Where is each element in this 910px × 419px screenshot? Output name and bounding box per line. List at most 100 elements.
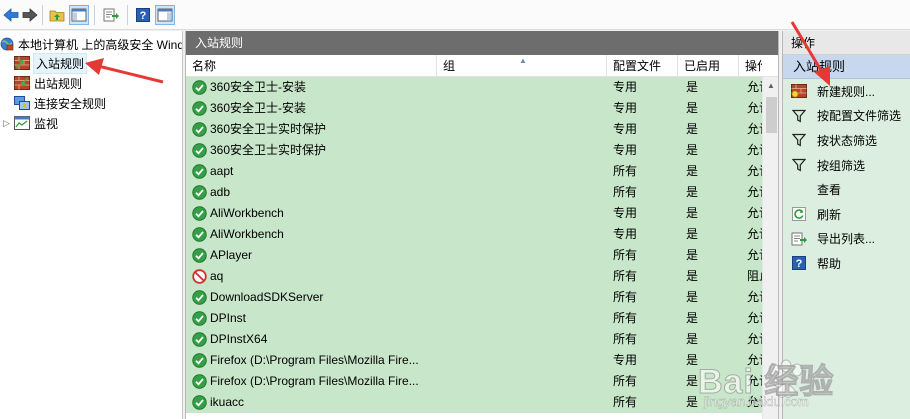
export-list-icon[interactable]: [101, 5, 121, 25]
action-item[interactable]: 导出列表...: [783, 227, 910, 252]
svg-text:?: ?: [140, 10, 147, 22]
cell-enabled: 是: [686, 269, 699, 283]
cell-profile: 所有: [613, 248, 638, 262]
back-arrow-icon[interactable]: [1, 5, 21, 25]
scrollbar-thumb[interactable]: [766, 97, 777, 133]
up-folder-icon[interactable]: [47, 5, 67, 25]
table-row[interactable]: 360安全卫士实时保护 专用 是 允许: [186, 140, 762, 161]
cell-group: [443, 392, 603, 413]
cell-action: 允许: [747, 122, 762, 136]
column-header-enabled[interactable]: 已启用: [678, 55, 739, 77]
tree-item-connection-security-rules[interactable]: 连接安全规则: [14, 93, 106, 113]
table-row[interactable]: APlayer 所有 是 允许: [186, 245, 762, 266]
column-header-profile[interactable]: 配置文件: [607, 55, 678, 77]
action-item[interactable]: 新建规则...: [783, 79, 910, 104]
action-item[interactable]: 按配置文件筛选: [783, 104, 910, 129]
tree-item-monitoring[interactable]: ▷ 监视: [3, 113, 58, 133]
cell-enabled: 是: [686, 374, 699, 388]
table-row[interactable]: Firefox (D:\Program Files\Mozilla Fire..…: [186, 371, 762, 392]
cell-enabled: 是: [686, 248, 699, 262]
allow-check-icon: [192, 353, 207, 368]
cell-name: DPInstX64: [210, 332, 268, 346]
table-row[interactable]: 360安全卫士实时保护 专用 是 允许: [186, 119, 762, 140]
cell-profile: 所有: [613, 332, 638, 346]
table-row[interactable]: AliWorkbench 专用 是 允许: [186, 203, 762, 224]
cell-profile: 专用: [613, 227, 638, 241]
forward-arrow-icon[interactable]: [20, 5, 40, 25]
column-header-name[interactable]: 名称: [186, 55, 437, 77]
action-item[interactable]: 刷新: [783, 202, 910, 227]
cell-group: [443, 98, 603, 119]
cell-group: [443, 266, 603, 287]
list-header: 名称 组 ▲ 配置文件 已启用 操作: [186, 55, 778, 77]
console-tree: 本地计算机 上的高级安全 Windows 入站规则 出站规则 连接安全规则 ▷: [0, 31, 183, 419]
allow-check-icon: [192, 164, 207, 179]
show-hide-action-pane-icon[interactable]: [155, 5, 175, 25]
tree-root[interactable]: 本地计算机 上的高级安全 Windows: [0, 34, 182, 54]
help-icon: ?: [791, 255, 807, 271]
toolbar-separator: [94, 5, 95, 25]
help-icon[interactable]: ?: [133, 5, 153, 25]
cell-action: 允许: [747, 290, 762, 304]
cell-name: AliWorkbench: [210, 227, 284, 241]
action-item-label: 导出列表...: [817, 232, 876, 247]
table-row[interactable]: Firefox (D:\Program Files\Mozilla Fire..…: [186, 350, 762, 371]
action-item-label: 帮助: [817, 256, 842, 271]
cell-group: [443, 308, 603, 329]
actions-section-header[interactable]: 入站规则: [783, 55, 910, 79]
block-icon: [192, 269, 207, 284]
show-hide-tree-icon[interactable]: [69, 5, 89, 25]
inbound-rules-icon: [14, 56, 30, 70]
cell-action: 允许: [747, 185, 762, 199]
scroll-up-icon[interactable]: ▲: [767, 81, 775, 90]
outbound-rules-icon: [14, 76, 30, 90]
cell-enabled: 是: [686, 80, 699, 94]
cell-group: [443, 182, 603, 203]
table-row[interactable]: DownloadSDKServer 所有 是 允许: [186, 287, 762, 308]
cell-enabled: 是: [686, 122, 699, 136]
cell-action: 允许: [747, 395, 762, 409]
allow-check-icon: [192, 311, 207, 326]
table-row[interactable]: aapt 所有 是 允许: [186, 161, 762, 182]
cell-profile: 专用: [613, 122, 638, 136]
expand-chevron-icon[interactable]: ▷: [3, 118, 13, 129]
table-row[interactable]: DPInstX64 所有 是 允许: [186, 329, 762, 350]
cell-profile: 专用: [613, 80, 638, 94]
cell-profile: 所有: [613, 164, 638, 178]
tree-item-inbound-rules[interactable]: 入站规则: [14, 52, 88, 74]
action-item-label: 新建规则...: [817, 84, 876, 99]
tree-item-label: 连接安全规则: [34, 96, 107, 111]
column-header-action[interactable]: 操作: [739, 55, 762, 77]
cell-action: 允许: [747, 143, 762, 157]
cell-action: 允许: [747, 374, 762, 388]
cell-enabled: 是: [686, 311, 699, 325]
action-item[interactable]: 按组筛选: [783, 153, 910, 178]
actions-list: 新建规则... 按配置文件筛选 按状态筛选 按组筛选 查看 刷新 导出列表...? 帮助: [783, 79, 910, 419]
tree-item-outbound-rules[interactable]: 出站规则: [14, 73, 82, 93]
table-row[interactable]: DPInst 所有 是 允许: [186, 308, 762, 329]
table-row[interactable]: aq 所有 是 阻止: [186, 266, 762, 287]
cell-group: [443, 350, 603, 371]
cell-enabled: 是: [686, 164, 699, 178]
cell-name: DPInst: [210, 311, 247, 325]
cell-group: [443, 140, 603, 161]
connection-security-icon: [14, 96, 30, 110]
cell-name: 360安全卫士-安装: [210, 101, 307, 115]
table-row[interactable]: AliWorkbench 专用 是 允许: [186, 224, 762, 245]
cell-action: 允许: [747, 353, 762, 367]
tree-item-label: 监视: [34, 116, 59, 131]
cell-enabled: 是: [686, 185, 699, 199]
cell-action: 允许: [747, 311, 762, 325]
action-item[interactable]: 查看: [783, 177, 910, 202]
allow-check-icon: [192, 332, 207, 347]
action-item[interactable]: 按状态筛选: [783, 128, 910, 153]
allow-check-icon: [192, 248, 207, 263]
table-row[interactable]: adb 所有 是 允许: [186, 182, 762, 203]
table-row[interactable]: ikuacc 所有 是 允许: [186, 392, 762, 413]
vertical-scrollbar[interactable]: ▲: [762, 77, 778, 419]
cell-action: 允许: [747, 101, 762, 115]
cell-profile: 所有: [613, 269, 638, 283]
action-item[interactable]: ? 帮助: [783, 251, 910, 276]
table-row[interactable]: 360安全卫士-安装 专用 是 允许: [186, 98, 762, 119]
table-row[interactable]: 360安全卫士-安装 专用 是 允许: [186, 77, 762, 98]
